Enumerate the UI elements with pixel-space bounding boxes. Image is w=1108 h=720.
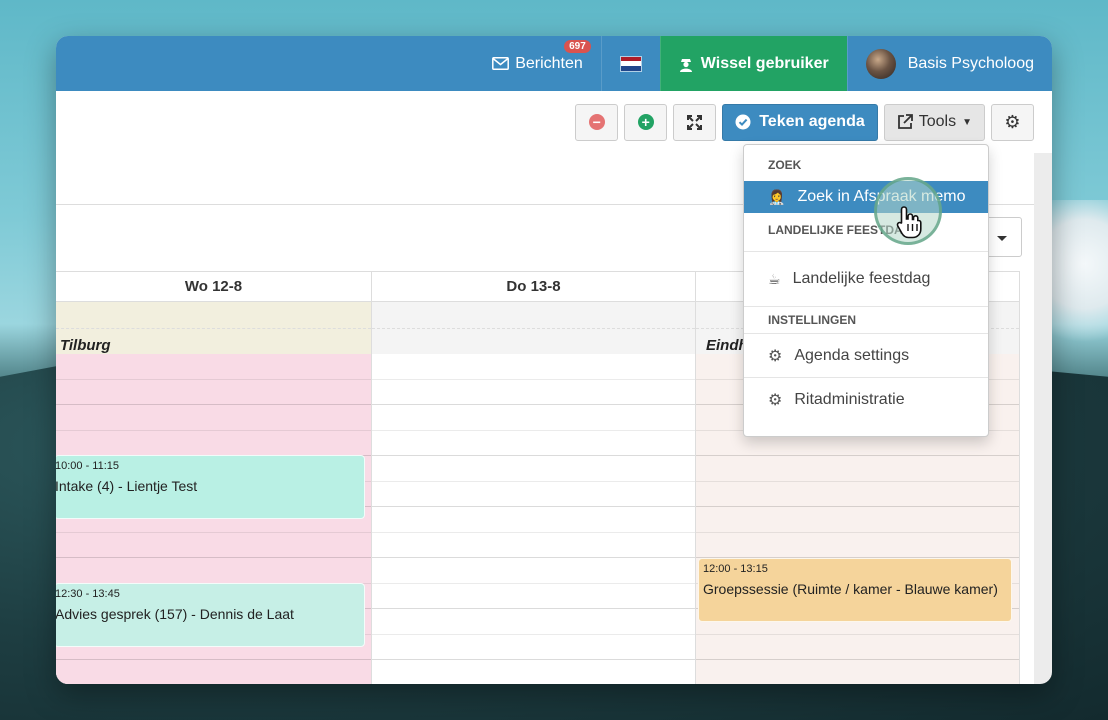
minus-circle-icon: − — [588, 114, 605, 130]
appointment-title: Advies gesprek (157) - Dennis de Laat — [56, 606, 294, 622]
caret-down-icon: ▼ — [962, 116, 972, 128]
tools-dropdown-menu: ZOEK 👩‍⚕ Zoek in Afspraak memo LANDELIJK… — [743, 144, 989, 437]
plus-circle-icon: + — [637, 114, 654, 130]
appointment-card[interactable]: 12:00 - 13:15 Groepssessie (Ruimte / kam… — [698, 558, 1012, 622]
gear-icon: ⚙ — [768, 347, 783, 365]
day-column-thu[interactable] — [372, 354, 696, 684]
location-label: Tilburg — [60, 337, 111, 354]
user-menu[interactable]: Basis Psycholoog — [846, 36, 1052, 91]
appointment-title: Intake (4) - Lientje Test — [56, 478, 198, 494]
settings-button[interactable]: ⚙ — [991, 103, 1034, 141]
section-settings-header: INSTELLINGEN — [768, 313, 857, 327]
trip-admin-label: Ritadministratie — [794, 390, 905, 408]
draw-agenda-button[interactable]: Teken agenda — [722, 103, 878, 141]
day-column-wed[interactable]: 10:00 - 11:15 Intake (4) - Lientje Test … — [56, 354, 372, 684]
holiday-item[interactable]: ☕ Landelijke feestdag — [744, 251, 988, 306]
dutch-flag-icon — [619, 55, 642, 72]
fullscreen-button[interactable] — [673, 103, 717, 141]
avatar — [865, 48, 896, 79]
appointment-card[interactable]: 10:00 - 11:15 Intake (4) - Lientje Test — [56, 455, 365, 519]
switch-user-button[interactable]: Wissel gebruiker — [659, 36, 847, 91]
agenda-settings-item[interactable]: ⚙ Agenda settings — [744, 333, 988, 377]
draw-agenda-label: Teken agenda — [759, 113, 865, 130]
language-selector[interactable] — [600, 36, 660, 91]
trip-admin-item[interactable]: ⚙ Ritadministratie — [744, 377, 988, 421]
envelope-icon — [492, 57, 510, 70]
messages-link[interactable]: Berichten 697 — [474, 36, 601, 91]
check-circle-icon — [735, 114, 751, 130]
external-link-icon — [897, 114, 913, 129]
appointment-time: 10:00 - 11:15 — [56, 460, 120, 472]
user-name: Basis Psycholoog — [907, 54, 1034, 72]
holiday-label: Landelijke feestdag — [792, 270, 931, 287]
tools-dropdown-button[interactable]: Tools ▼ — [883, 103, 985, 141]
section-holiday-header: LANDELIJKE FEESTDAG — [768, 223, 913, 237]
user-secret-icon — [679, 58, 692, 72]
coffee-icon: ☕ — [768, 270, 781, 287]
appointment-time: 12:00 - 13:15 — [703, 563, 768, 575]
user-md-icon: 👩‍⚕ — [768, 188, 786, 205]
search-memo-item[interactable]: 👩‍⚕ Zoek in Afspraak memo — [744, 181, 988, 213]
top-navbar: Berichten 697 Wissel gebruiker Basis Psy… — [56, 36, 1052, 91]
messages-count-badge: 697 — [564, 40, 591, 53]
section-search-header: ZOEK — [768, 158, 802, 172]
gear-icon: ⚙ — [1004, 111, 1021, 132]
expand-icon — [687, 114, 703, 130]
day-header-wed[interactable]: Wo 12-8 — [56, 272, 372, 301]
messages-label: Berichten — [515, 54, 583, 72]
location-label: Eindh — [706, 337, 748, 354]
agenda-settings-label: Agenda settings — [794, 346, 910, 364]
day-header-thu[interactable]: Do 13-8 — [372, 272, 696, 301]
appointment-title: Groepssessie (Ruimte / kamer - Blauwe ka… — [703, 581, 998, 597]
location-cell — [372, 302, 696, 354]
switch-user-label: Wissel gebruiker — [700, 54, 829, 72]
appointment-time: 12:30 - 13:45 — [56, 588, 120, 600]
appointment-card[interactable]: 12:30 - 13:45 Advies gesprek (157) - Den… — [56, 583, 365, 647]
location-cell: Tilburg — [56, 302, 372, 354]
tools-label: Tools — [918, 113, 957, 130]
app-window: Berichten 697 Wissel gebruiker Basis Psy… — [56, 36, 1052, 684]
zoom-in-button[interactable]: + — [624, 103, 668, 141]
hand-pointer-icon — [896, 206, 922, 239]
gear-icon: ⚙ — [768, 391, 783, 409]
zoom-out-button[interactable]: − — [575, 103, 619, 141]
